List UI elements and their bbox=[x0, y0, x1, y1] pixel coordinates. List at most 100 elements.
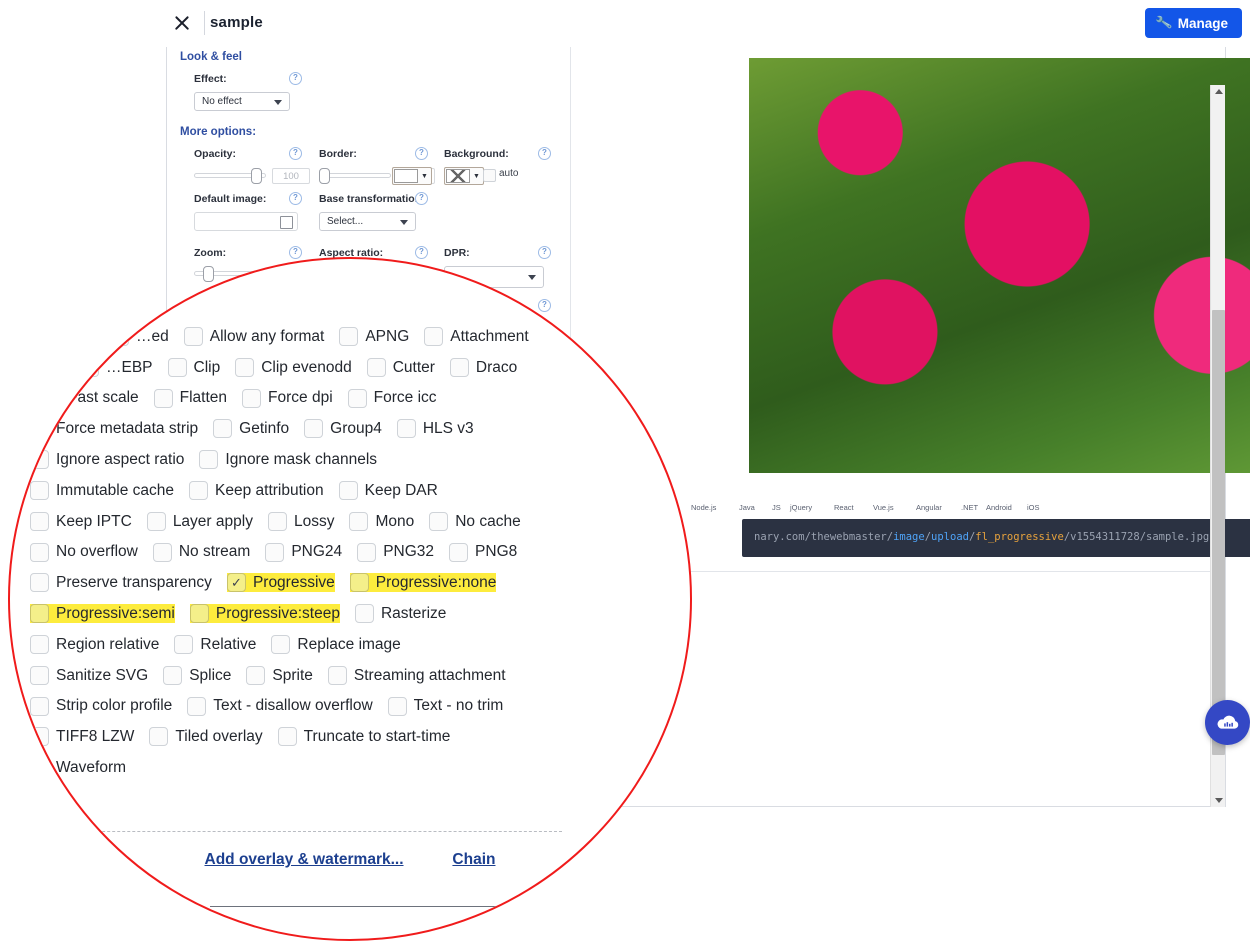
checkbox-icon[interactable] bbox=[187, 696, 207, 716]
language-tab[interactable]: Java bbox=[739, 503, 755, 512]
flag-checkbox-item[interactable]: Sprite bbox=[246, 665, 313, 685]
flag-checkbox-item[interactable]: Cutter bbox=[366, 357, 435, 377]
language-tab[interactable]: Vue.js bbox=[873, 503, 894, 512]
checkbox-icon[interactable] bbox=[189, 481, 209, 500]
checkbox-icon[interactable] bbox=[30, 481, 49, 500]
transformation-url[interactable]: nary.com/thewebmaster/image/upload/fl_pr… bbox=[754, 531, 1209, 543]
opacity-slider-knob[interactable] bbox=[251, 168, 262, 184]
flag-checkbox-item[interactable]: Group4 bbox=[304, 419, 382, 439]
checkbox-icon[interactable] bbox=[42, 388, 61, 408]
checkbox-icon[interactable] bbox=[246, 665, 266, 685]
flag-checkbox-item[interactable]: Getinfo bbox=[213, 419, 289, 439]
scroll-up-icon[interactable] bbox=[1215, 89, 1223, 94]
checkbox-icon[interactable] bbox=[449, 357, 469, 377]
checkbox-icon[interactable] bbox=[347, 388, 367, 408]
chain-link[interactable]: Chain bbox=[452, 851, 495, 868]
flag-checkbox-item[interactable]: No overflow bbox=[30, 542, 138, 562]
checkbox-icon[interactable]: ✓ bbox=[226, 573, 246, 593]
checkbox-icon[interactable] bbox=[242, 388, 262, 408]
flag-checkbox-item[interactable]: Layer apply bbox=[146, 511, 253, 531]
flag-checkbox-item[interactable]: Text - no trim bbox=[387, 696, 503, 716]
effect-select[interactable]: No effect bbox=[194, 92, 290, 111]
checkbox-icon[interactable] bbox=[30, 604, 49, 624]
language-tab[interactable]: Android bbox=[986, 503, 1012, 512]
opacity-help-icon[interactable]: ? bbox=[289, 147, 302, 160]
flag-checkbox-item[interactable]: HLS v3 bbox=[396, 419, 474, 439]
checkbox-icon[interactable] bbox=[163, 665, 183, 685]
flag-checkbox-item[interactable]: Preserve transparency bbox=[30, 573, 212, 593]
flag-checkbox-item[interactable]: Progressive:semi bbox=[30, 604, 175, 624]
flag-checkbox-item[interactable]: Mono bbox=[349, 511, 414, 531]
checkbox-icon[interactable] bbox=[30, 696, 49, 716]
checkbox-icon[interactable] bbox=[357, 542, 377, 562]
checkbox-icon[interactable] bbox=[387, 696, 407, 716]
checkbox-icon[interactable] bbox=[271, 635, 291, 654]
border-help-icon[interactable]: ? bbox=[415, 147, 428, 160]
flag-checkbox-item[interactable]: APNG bbox=[339, 327, 409, 346]
aspect-ratio-help-icon[interactable]: ? bbox=[415, 246, 428, 259]
flag-checkbox-item[interactable]: Strip color profile bbox=[30, 696, 172, 716]
flag-checkbox-item[interactable]: Keep attribution bbox=[189, 481, 324, 500]
checkbox-icon[interactable] bbox=[30, 450, 49, 470]
opacity-value[interactable]: 100 bbox=[272, 168, 310, 184]
base-transformation-select[interactable]: Select... bbox=[319, 212, 416, 231]
flag-checkbox-item[interactable]: Waveform bbox=[30, 758, 126, 778]
checkbox-icon[interactable] bbox=[267, 511, 287, 531]
checkbox-icon[interactable] bbox=[30, 419, 49, 439]
checkbox-icon[interactable] bbox=[349, 573, 369, 593]
checkbox-icon[interactable] bbox=[30, 511, 49, 531]
flag-checkbox-item[interactable]: PNG8 bbox=[449, 542, 517, 562]
flag-checkbox-item[interactable]: Attachment bbox=[424, 327, 529, 346]
checkbox-icon[interactable] bbox=[339, 327, 359, 346]
flag-checkbox-item[interactable]: No cache bbox=[429, 511, 521, 531]
effect-help-icon[interactable]: ? bbox=[289, 72, 302, 85]
scroll-down-icon[interactable] bbox=[1215, 798, 1223, 803]
checkbox-icon[interactable] bbox=[110, 327, 129, 346]
flag-checkbox-item[interactable]: Ignore aspect ratio bbox=[30, 450, 184, 470]
checkbox-icon[interactable] bbox=[30, 635, 49, 654]
checkbox-icon[interactable] bbox=[449, 542, 469, 562]
flag-checkbox-item[interactable]: Sanitize SVG bbox=[30, 665, 148, 685]
checkbox-icon[interactable] bbox=[167, 357, 187, 377]
checkbox-icon[interactable] bbox=[183, 327, 203, 346]
flag-checkbox-item[interactable]: …ed bbox=[110, 327, 169, 346]
language-tab[interactable]: React bbox=[834, 503, 854, 512]
border-slider[interactable] bbox=[319, 168, 391, 184]
checkbox-icon[interactable] bbox=[213, 419, 233, 439]
browse-icon[interactable] bbox=[280, 216, 293, 229]
checkbox-icon[interactable] bbox=[30, 758, 49, 778]
border-color-swatch[interactable]: ▼ bbox=[392, 167, 432, 185]
language-tab[interactable]: iOS bbox=[1027, 503, 1040, 512]
checkbox-icon[interactable] bbox=[30, 665, 49, 685]
flag-checkbox-item[interactable]: TIFF8 LZW bbox=[30, 727, 134, 747]
dpr-help-icon[interactable]: ? bbox=[538, 246, 551, 259]
checkbox-icon[interactable] bbox=[30, 727, 49, 747]
checkbox-icon[interactable] bbox=[152, 542, 172, 562]
flag-checkbox-item[interactable]: Splice bbox=[163, 665, 231, 685]
flag-checkbox-item[interactable]: Tiled overlay bbox=[149, 727, 263, 747]
checkbox-icon[interactable] bbox=[149, 727, 169, 747]
checkbox-icon[interactable] bbox=[235, 357, 255, 377]
flag-checkbox-item[interactable]: PNG32 bbox=[357, 542, 434, 562]
checkbox-icon[interactable] bbox=[30, 542, 49, 562]
vertical-scrollbar[interactable] bbox=[1210, 85, 1225, 807]
flag-checkbox-item[interactable]: Relative bbox=[174, 635, 256, 654]
language-tab[interactable]: jQuery bbox=[790, 503, 812, 512]
checkbox-icon[interactable] bbox=[30, 573, 49, 593]
flag-checkbox-item[interactable]: Lossy bbox=[267, 511, 334, 531]
language-tab[interactable]: Angular bbox=[916, 503, 942, 512]
flag-checkbox-item[interactable]: …EBP bbox=[80, 357, 153, 377]
flag-checkbox-item[interactable]: Immutable cache bbox=[30, 481, 174, 500]
border-slider-knob[interactable] bbox=[319, 168, 330, 184]
flag-checkbox-item[interactable]: Keep DAR bbox=[338, 481, 438, 500]
language-tab[interactable]: .NET bbox=[961, 503, 978, 512]
checkbox-icon[interactable] bbox=[338, 481, 358, 500]
checkbox-icon[interactable] bbox=[304, 419, 324, 439]
checkbox-icon[interactable] bbox=[146, 511, 166, 531]
flag-checkbox-item[interactable]: Rasterize bbox=[354, 604, 446, 624]
cloudinary-cloud-icon[interactable] bbox=[1205, 700, 1250, 745]
checkbox-icon[interactable] bbox=[277, 727, 297, 747]
zoom-help-icon[interactable]: ? bbox=[289, 246, 302, 259]
checkbox-icon[interactable] bbox=[366, 357, 386, 377]
flag-checkbox-item[interactable]: Replace image bbox=[271, 635, 401, 654]
